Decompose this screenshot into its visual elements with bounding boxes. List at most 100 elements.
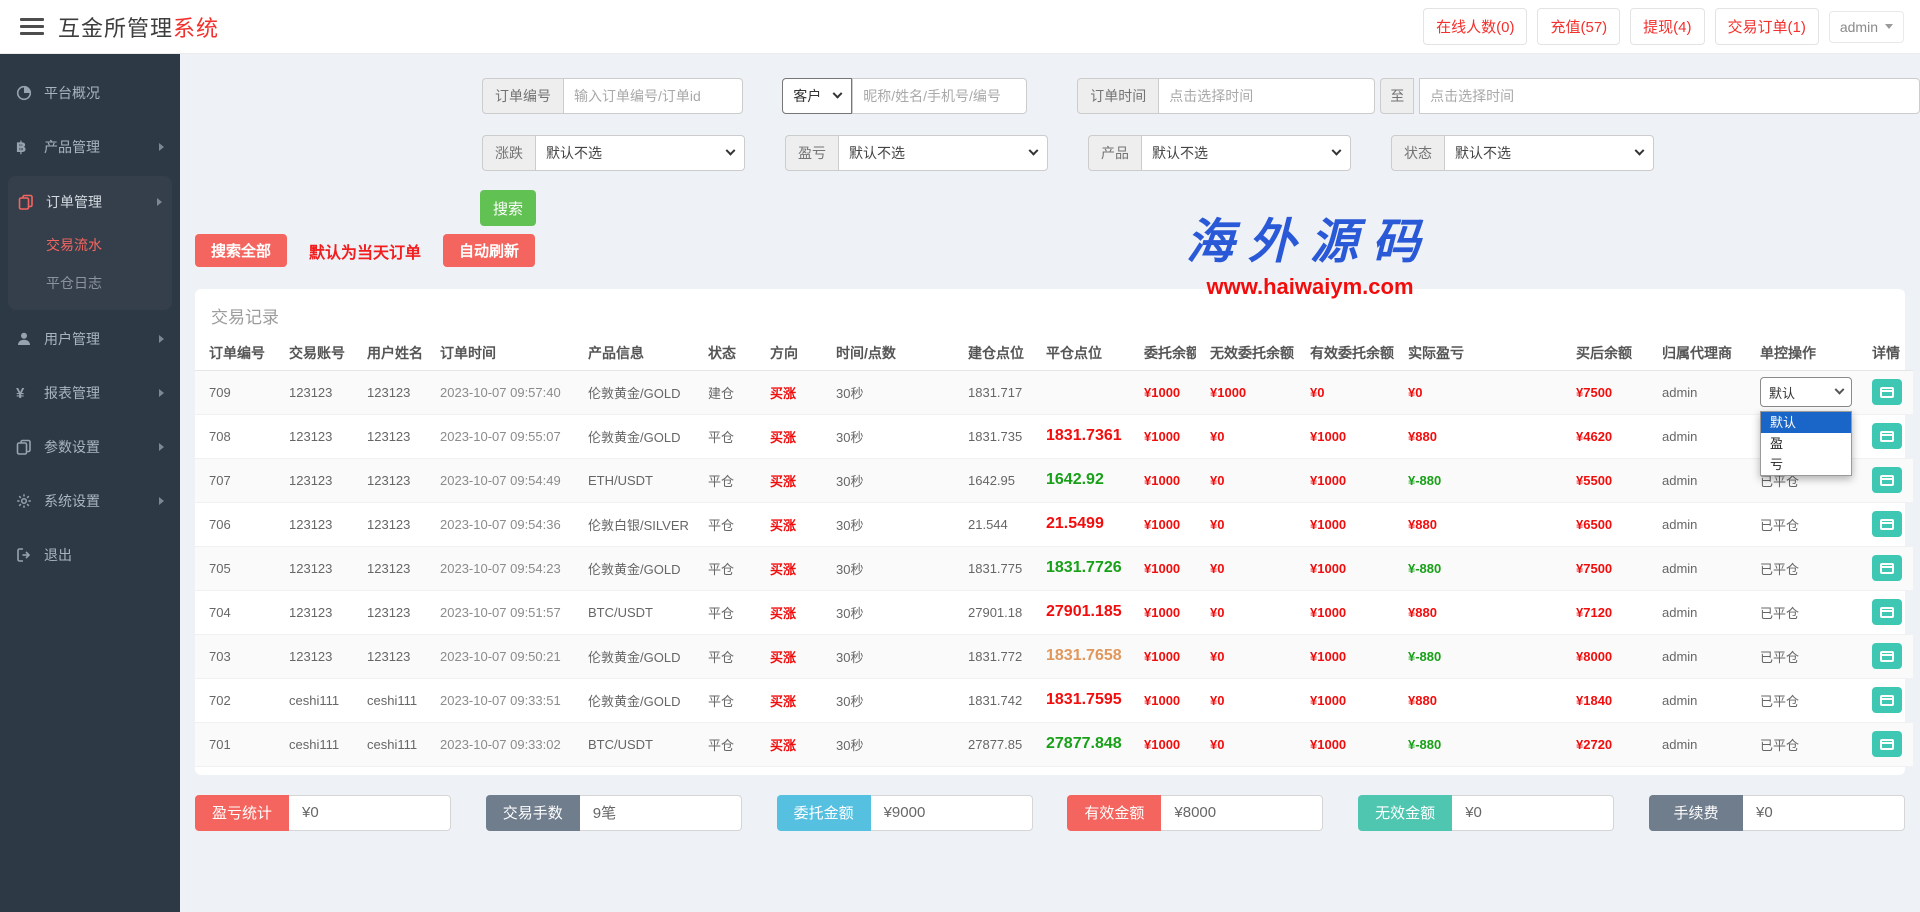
cell-product: BTC/USDT [574, 590, 694, 634]
chevron-right-icon [159, 335, 164, 343]
cell-duration: 30秒 [822, 370, 954, 414]
cell-order-time: 2023-10-07 09:33:51 [426, 678, 574, 722]
dropdown-option-lose[interactable]: 亏 [1761, 454, 1851, 475]
control-dropdown: 默认 盈 亏 [1760, 411, 1852, 476]
cell-actual-pl: ¥-880 [1394, 546, 1562, 590]
dropdown-option-win[interactable]: 盈 [1761, 433, 1851, 454]
search-all-button[interactable]: 搜索全部 [195, 234, 287, 267]
cell-agent: admin [1648, 502, 1746, 546]
cell-status: 平仓 [694, 458, 756, 502]
cell-duration: 30秒 [822, 414, 954, 458]
cell-direction: 买涨 [756, 678, 822, 722]
summary-invalid-amount: 无效金额 ¥0 [1358, 795, 1614, 831]
profit-loss-select[interactable]: 默认不选 [838, 135, 1048, 171]
sidebar-item-logout[interactable]: 退出 [0, 528, 180, 582]
filter-row-2: 涨跌 默认不选 盈亏 默认不选 产品 默认不选 状态 默认不选 [482, 135, 1920, 171]
cell-valid-entrust: ¥0 [1296, 370, 1394, 414]
product-label: 产品 [1088, 135, 1141, 171]
col-entrust-balance: 委托余额 [1130, 337, 1196, 370]
detail-button[interactable] [1872, 511, 1902, 537]
admin-menu[interactable]: admin [1829, 11, 1904, 43]
cell-close-price: 21.5499 [1032, 502, 1130, 546]
cell-order-id: 701 [195, 722, 275, 766]
entrust-amount-button[interactable]: 委托金额 [777, 795, 871, 831]
col-close-price: 平仓点位 [1032, 337, 1130, 370]
cell-entrust-balance: ¥1000 [1130, 590, 1196, 634]
pl-total-button[interactable]: 盈亏统计 [195, 795, 289, 831]
valid-amount-button[interactable]: 有效金额 [1067, 795, 1161, 831]
cell-direction: 买涨 [756, 722, 822, 766]
list-icon [1880, 695, 1894, 706]
menu-toggle-icon[interactable] [20, 18, 44, 35]
dropdown-option-default[interactable]: 默认 [1761, 412, 1851, 433]
sidebar-item-platform-overview[interactable]: 平台概况 [0, 66, 180, 120]
cell-direction: 买涨 [756, 414, 822, 458]
sidebar-item-product-management[interactable]: ฿ 产品管理 [0, 120, 180, 174]
sidebar: 平台概况 ฿ 产品管理 订单管理 交易流水 平仓日志 用户管理 ¥ 报表管理 [0, 54, 180, 912]
invalid-amount-button[interactable]: 无效金额 [1358, 795, 1452, 831]
detail-button[interactable] [1872, 379, 1902, 405]
sidebar-item-user-management[interactable]: 用户管理 [0, 312, 180, 366]
cell-duration: 30秒 [822, 458, 954, 502]
fee-button[interactable]: 手续费 [1649, 795, 1743, 831]
col-actual-pl: 实际盈亏 [1394, 337, 1562, 370]
detail-button[interactable] [1872, 643, 1902, 669]
cell-duration: 30秒 [822, 590, 954, 634]
control-status-text: 已平仓 [1760, 738, 1799, 753]
cell-entrust-balance: ¥1000 [1130, 634, 1196, 678]
sidebar-item-report-management[interactable]: ¥ 报表管理 [0, 366, 180, 420]
detail-button[interactable] [1872, 467, 1902, 493]
cell-account: 123123 [275, 590, 353, 634]
chevron-down-icon [1885, 24, 1893, 29]
cell-order-id: 702 [195, 678, 275, 722]
sidebar-item-label: 用户管理 [44, 329, 100, 349]
sidebar-subitem-close-log[interactable]: 平仓日志 [8, 264, 172, 302]
recharge-button[interactable]: 充值(57) [1537, 8, 1620, 45]
trade-count-button[interactable]: 交易手数 [486, 795, 580, 831]
cell-valid-entrust: ¥1000 [1296, 590, 1394, 634]
cell-invalid-entrust: ¥0 [1196, 722, 1296, 766]
search-button[interactable]: 搜索 [480, 190, 536, 226]
order-no-label: 订单编号 [482, 78, 563, 114]
customer-type-select[interactable]: 客户 [782, 78, 852, 114]
auto-refresh-button[interactable]: 自动刷新 [443, 234, 535, 267]
cell-duration: 30秒 [822, 722, 954, 766]
detail-button[interactable] [1872, 555, 1902, 581]
sidebar-item-parameter-settings[interactable]: 参数设置 [0, 420, 180, 474]
control-select[interactable]: 默认 [1760, 377, 1852, 407]
cell-username: 123123 [353, 414, 426, 458]
list-icon [1880, 519, 1894, 530]
sidebar-item-system-settings[interactable]: 系统设置 [0, 474, 180, 528]
detail-button[interactable] [1872, 687, 1902, 713]
updown-select[interactable]: 默认不选 [535, 135, 745, 171]
control-status-text: 已平仓 [1760, 518, 1799, 533]
list-icon [1880, 651, 1894, 662]
trade-orders-button[interactable]: 交易订单(1) [1715, 8, 1819, 45]
sidebar-subitem-trade-flow[interactable]: 交易流水 [8, 226, 172, 264]
customer-filter: 客户 [782, 78, 1027, 114]
customer-keyword-input[interactable] [852, 78, 1027, 114]
order-no-input[interactable] [563, 78, 743, 114]
list-icon [1880, 563, 1894, 574]
sidebar-item-order-management[interactable]: 订单管理 [8, 178, 172, 226]
detail-button[interactable] [1872, 731, 1902, 757]
filter-row-1: 订单编号 客户 订单时间 至 [482, 78, 1920, 114]
cell-invalid-entrust: ¥0 [1196, 502, 1296, 546]
cell-username: 123123 [353, 590, 426, 634]
sidebar-subitem-label: 平仓日志 [46, 273, 102, 293]
cell-control: 已平仓 默认 盈 亏 [1746, 502, 1858, 546]
product-select[interactable]: 默认不选 [1141, 135, 1351, 171]
end-time-input[interactable] [1419, 78, 1920, 114]
cell-order-id: 704 [195, 590, 275, 634]
sidebar-item-label: 报表管理 [44, 383, 100, 403]
chevron-right-icon [159, 143, 164, 151]
valid-amount-value: ¥8000 [1161, 795, 1323, 831]
status-select[interactable]: 默认不选 [1444, 135, 1654, 171]
start-time-input[interactable] [1158, 78, 1375, 114]
online-users-button[interactable]: 在线人数(0) [1423, 8, 1527, 45]
detail-button[interactable] [1872, 423, 1902, 449]
col-control: 单控操作 [1746, 337, 1858, 370]
withdraw-button[interactable]: 提现(4) [1630, 8, 1704, 45]
bitcoin-icon: ฿ [16, 138, 44, 156]
detail-button[interactable] [1872, 599, 1902, 625]
